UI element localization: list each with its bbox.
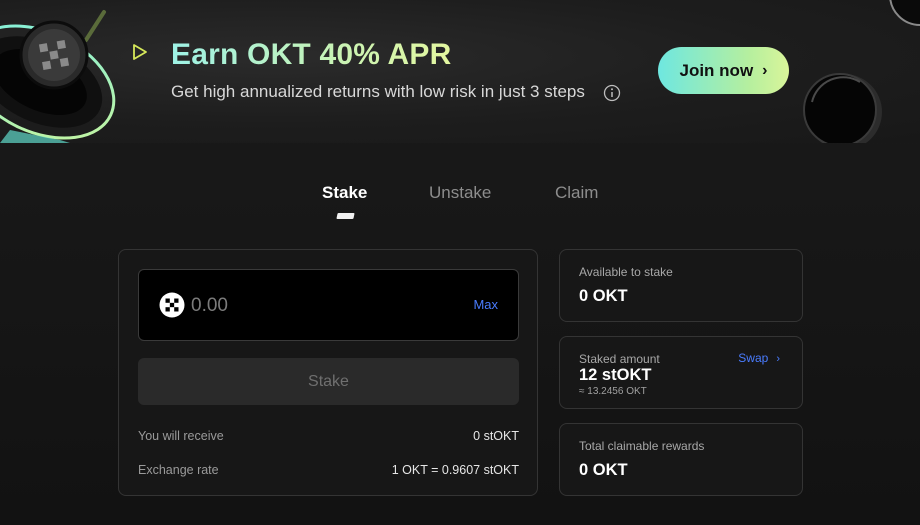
staked-amount-card: Staked amount Swap › 12 stOKT ≈ 13.2456 O… <box>559 336 803 409</box>
banner-subtitle: Get high annualized returns with low ris… <box>171 82 585 101</box>
coin-decoration <box>803 73 882 143</box>
rewards-label: Total claimable rewards <box>579 439 705 453</box>
available-to-stake-card: Available to stake 0 OKT <box>559 249 803 322</box>
stake-tabs: Stake Unstake Claim <box>0 183 920 223</box>
rewards-value: 0 OKT <box>579 461 628 479</box>
tab-unstake[interactable]: Unstake <box>429 183 491 203</box>
tab-stake[interactable]: Stake <box>322 183 367 203</box>
active-tab-indicator <box>336 213 355 219</box>
amount-input[interactable] <box>191 292 441 320</box>
tab-claim[interactable]: Claim <box>555 183 598 203</box>
info-icon[interactable] <box>603 84 621 102</box>
page: Earn OKT 40% APR Get high annualized ret… <box>0 0 920 525</box>
max-button[interactable]: Max <box>473 297 498 312</box>
exchange-rate-label: Exchange rate <box>138 463 219 477</box>
okt-coin-icon <box>159 292 185 318</box>
amount-field[interactable]: Max <box>138 269 519 341</box>
okt-coin-illustration <box>0 10 116 143</box>
swap-link[interactable]: Swap › <box>738 351 780 365</box>
receive-value: 0 stOKT <box>473 429 519 443</box>
join-now-label: Join now <box>679 60 754 80</box>
swap-label: Swap <box>738 351 769 365</box>
staked-label: Staked amount <box>579 352 660 366</box>
join-now-button[interactable]: Join now › <box>658 47 789 94</box>
exchange-rate-value: 1 OKT = 0.9607 stOKT <box>391 463 519 477</box>
staked-okt-equivalent: ≈ 13.2456 OKT <box>579 386 647 397</box>
available-value: 0 OKT <box>579 287 628 305</box>
staked-value: 12 stOKT <box>579 366 652 384</box>
promo-banner[interactable]: Earn OKT 40% APR Get high annualized ret… <box>0 0 920 143</box>
claimable-rewards-card: Total claimable rewards 0 OKT <box>559 423 803 496</box>
stake-panel: Max Stake You will receive 0 stOKT Excha… <box>118 249 538 496</box>
chevron-right-icon: › <box>776 353 780 365</box>
chevron-right-icon: › <box>762 61 768 79</box>
receive-label: You will receive <box>138 429 224 443</box>
play-triangle-icon <box>133 44 147 60</box>
banner-title: Earn OKT 40% APR <box>171 38 452 71</box>
available-label: Available to stake <box>579 265 673 279</box>
corner-decoration <box>889 0 920 26</box>
stake-button[interactable]: Stake <box>138 358 519 405</box>
